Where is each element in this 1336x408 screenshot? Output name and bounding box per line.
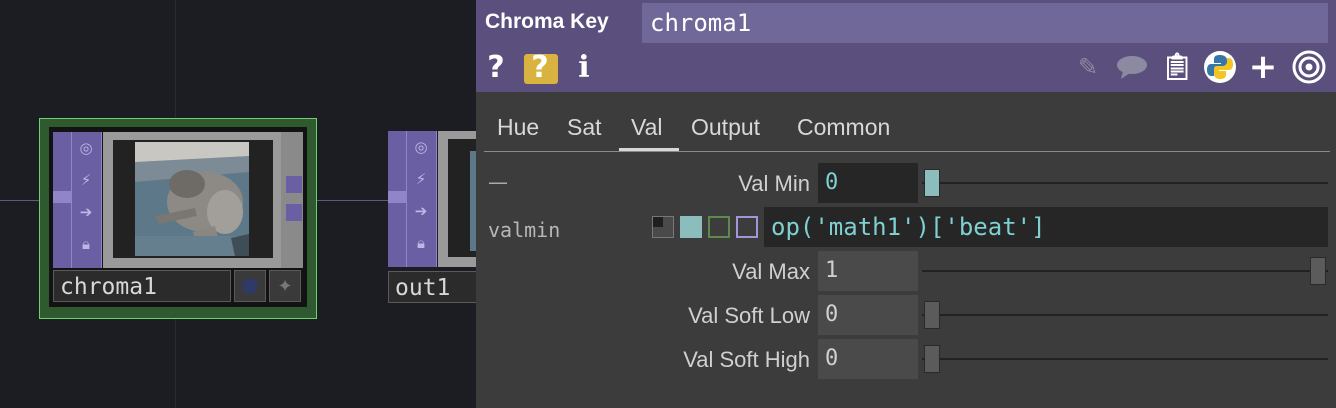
node-output-bar <box>281 132 303 268</box>
node-flag-strip: ◎ ⚡ ➔ 🔒︎ <box>406 131 437 267</box>
val-min-label: Val Min <box>738 171 810 196</box>
info-icon[interactable]: i <box>572 50 596 85</box>
constant-mode-glyph <box>653 217 663 227</box>
python-icon[interactable] <box>1202 50 1238 84</box>
tab-hue[interactable]: Hue <box>497 114 539 141</box>
panel-header: Chroma Key chroma1 ? ? i ✎ 📋︎ + <box>476 0 1336 92</box>
node-cook-toggle[interactable]: ✦ <box>269 270 301 302</box>
output-connector-1[interactable] <box>286 176 302 193</box>
input-connector[interactable] <box>388 191 406 203</box>
node-viewer-toggle[interactable] <box>234 270 266 302</box>
add-icon[interactable]: + <box>1246 47 1280 87</box>
tab-output[interactable]: Output <box>691 114 760 141</box>
node-viewer[interactable] <box>103 132 281 268</box>
lock-icon[interactable]: 🔒︎ <box>74 231 98 257</box>
val-soft-low-field[interactable]: 0 <box>818 295 918 335</box>
help-icon[interactable]: ? <box>484 50 508 85</box>
sparkle-icon: ✦ <box>277 275 293 297</box>
node-out1[interactable]: ◎ ⚡ ➔ 🔒︎ out1 <box>388 131 476 303</box>
python-help-icon[interactable]: ? <box>520 49 560 85</box>
tab-common[interactable]: Common <box>797 114 890 141</box>
val-min-slider-track[interactable] <box>922 182 1328 184</box>
input-connector[interactable] <box>53 191 71 203</box>
viewer-target-icon[interactable]: ◎ <box>409 134 433 160</box>
target-rings-svg <box>1292 50 1326 84</box>
python-help-glyph: ? <box>531 49 549 85</box>
viewer-target-icon[interactable]: ◎ <box>74 135 98 161</box>
bypass-icon[interactable]: ⚡ <box>409 166 433 192</box>
tab-val[interactable]: Val <box>631 114 663 141</box>
expression-param-name: valmin <box>488 218 561 242</box>
node-viewer[interactable] <box>438 131 476 267</box>
expression-mode-button[interactable] <box>680 216 702 238</box>
operator-type-label: Chroma Key <box>485 10 609 33</box>
input-wire <box>0 200 40 201</box>
node-name-label[interactable]: out1 <box>388 271 476 303</box>
tabs-divider <box>484 151 1330 152</box>
node-name-label[interactable]: chroma1 <box>53 270 231 302</box>
bypass-icon[interactable]: ⚡ <box>74 167 98 193</box>
val-min-slider-thumb[interactable] <box>924 169 940 197</box>
bind-mode-button[interactable] <box>736 216 758 238</box>
val-soft-high-label: Val Soft High <box>683 347 810 372</box>
comment-bubble-svg <box>1117 56 1147 79</box>
comment-icon[interactable] <box>1114 50 1150 84</box>
clipboard-icon[interactable]: 📋︎ <box>1160 50 1194 84</box>
val-max-slider-thumb[interactable] <box>1310 257 1326 285</box>
pencil-icon[interactable]: ✎ <box>1072 50 1104 84</box>
val-soft-high-field[interactable]: 0 <box>818 339 918 379</box>
tab-sat[interactable]: Sat <box>567 114 602 141</box>
network-editor[interactable]: ◎ ⚡ ➔ 🔒︎ chroma1 ✦ ◎ ⚡ ➔ 🔒︎ out1 <box>0 0 476 408</box>
export-mode-button[interactable] <box>708 216 730 238</box>
val-min-field[interactable]: 0 <box>818 163 918 203</box>
python-logo-svg <box>1204 51 1236 83</box>
output-connector-2[interactable] <box>286 204 302 221</box>
cat-thumbnail-image <box>135 142 249 256</box>
collapse-dash[interactable]: — <box>488 170 508 194</box>
export-arrow-icon[interactable]: ➔ <box>409 198 433 224</box>
val-soft-low-slider-thumb[interactable] <box>924 301 940 329</box>
val-max-slider-track[interactable] <box>922 270 1328 272</box>
parameter-panel: Chroma Key chroma1 ? ? i ✎ 📋︎ + Hue Sat … <box>476 0 1336 408</box>
val-soft-high-slider-thumb[interactable] <box>924 345 940 373</box>
lock-icon[interactable]: 🔒︎ <box>409 230 433 256</box>
constant-mode-button[interactable] <box>652 216 674 238</box>
node-flag-strip: ◎ ⚡ ➔ 🔒︎ <box>71 132 102 268</box>
node-chroma1[interactable]: ◎ ⚡ ➔ 🔒︎ chroma1 ✦ <box>39 118 317 319</box>
val-soft-high-slider-track[interactable] <box>922 358 1328 360</box>
display-flag-icon <box>242 278 258 294</box>
export-arrow-icon[interactable]: ➔ <box>74 199 98 225</box>
viewer-target-icon[interactable] <box>1290 50 1328 84</box>
expression-field[interactable]: op('math1')['beat'] <box>764 207 1328 247</box>
val-max-field[interactable]: 1 <box>818 251 918 291</box>
val-soft-low-slider-track[interactable] <box>922 314 1328 316</box>
val-soft-low-label: Val Soft Low <box>688 303 810 328</box>
val-max-label: Val Max <box>732 259 810 284</box>
operator-name-field[interactable]: chroma1 <box>642 3 1328 43</box>
